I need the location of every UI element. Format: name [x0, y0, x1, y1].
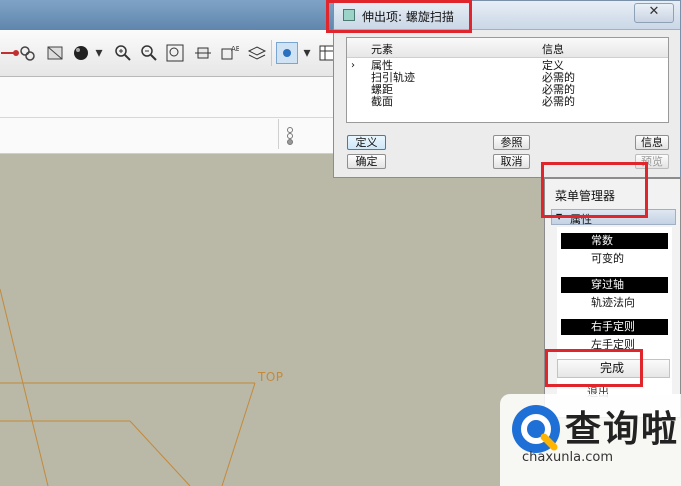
- menu-item-right-handed[interactable]: 右手定则: [561, 319, 668, 335]
- watermark-text: 查询啦: [565, 409, 680, 450]
- menu-item-label: 可变的: [591, 252, 624, 265]
- reference-button[interactable]: 参照: [493, 135, 530, 150]
- cancel-button[interactable]: 取消: [493, 154, 530, 169]
- annotation-box-dialog-title: [326, 0, 472, 33]
- table-row[interactable]: 扫引轨迹 必需的: [347, 72, 668, 84]
- zoom-out-icon[interactable]: [138, 42, 160, 64]
- menu-item-normal-to-trajectory[interactable]: 轨迹法向: [561, 295, 668, 311]
- info-button[interactable]: 信息: [635, 135, 669, 150]
- spin-center-icon[interactable]: AB: [218, 42, 240, 64]
- table-row[interactable]: 螺距 必需的: [347, 84, 668, 96]
- ok-button[interactable]: 确定: [347, 154, 386, 169]
- column-header-element: 元素: [371, 43, 393, 56]
- column-header-info: 信息: [542, 43, 564, 56]
- reorient-icon[interactable]: [192, 42, 214, 64]
- close-icon[interactable]: ✕: [634, 3, 674, 23]
- menu-item-label: 常数: [591, 234, 613, 247]
- menu-item-constant[interactable]: 常数: [561, 233, 668, 249]
- menu-item-variable[interactable]: 可变的: [561, 251, 668, 267]
- watermark-url: chaxunla.com: [522, 450, 613, 465]
- menu-item-label: 右手定则: [591, 320, 635, 333]
- table-row[interactable]: 截面 必需的: [347, 96, 668, 108]
- top-plane-label: TOP: [258, 370, 284, 384]
- zoom-in-icon[interactable]: [112, 42, 134, 64]
- menu-item-label: 轨迹法向: [591, 296, 635, 309]
- selected-row-marker-icon: ›: [351, 60, 355, 71]
- toolbar-separator: [271, 40, 272, 66]
- datum-display-icon[interactable]: [276, 42, 298, 64]
- layer-icon[interactable]: [246, 42, 268, 64]
- zoom-fit-icon[interactable]: [164, 42, 186, 64]
- element-table: 元素 信息 › 属性 定义 扫引轨迹 必需的 螺距 必需的 截面 必需的: [346, 37, 669, 123]
- ribbon-divider: [0, 117, 345, 118]
- annotation-box-menu-manager: [541, 162, 648, 218]
- row-info: 必需的: [542, 95, 575, 108]
- spring-icon[interactable]: [285, 126, 295, 149]
- regenerate-icon[interactable]: [16, 42, 38, 64]
- chevron-down-icon[interactable]: ▾: [296, 42, 318, 64]
- svg-text:AB: AB: [231, 45, 239, 53]
- view-manager-icon[interactable]: [44, 42, 66, 64]
- menu-item-through-axis[interactable]: 穿过轴: [561, 277, 668, 293]
- menu-item-label: 穿过轴: [591, 278, 624, 291]
- element-table-header: 元素 信息: [347, 38, 668, 58]
- define-button[interactable]: 定义: [347, 135, 386, 150]
- ribbon-separator: [278, 119, 279, 149]
- row-element: 截面: [371, 95, 393, 108]
- annotation-box-done: [545, 349, 643, 387]
- chevron-down-icon[interactable]: ▾: [88, 42, 110, 64]
